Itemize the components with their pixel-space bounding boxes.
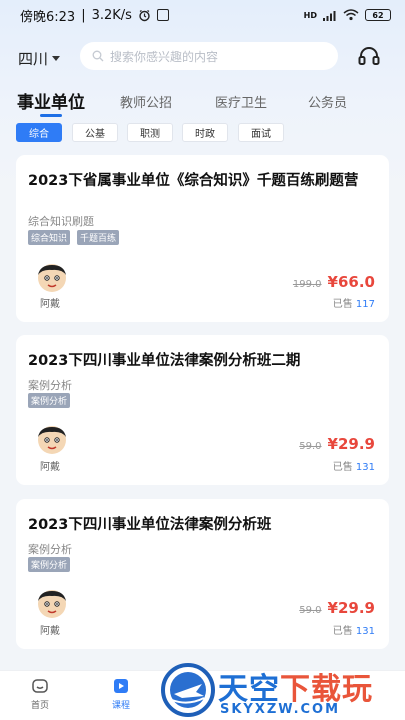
chip-subject-4[interactable]: 面试: [238, 123, 284, 142]
teacher-name: 阿戴: [40, 299, 60, 310]
course-subtitle: 案例分析: [28, 543, 72, 556]
search-icon: [92, 50, 104, 62]
course-tags: 案例分析: [28, 393, 71, 408]
price-group: 59.0 ¥29.9: [299, 435, 375, 453]
battery-level: 62: [372, 10, 384, 20]
price-group: 59.0 ¥29.9: [299, 599, 375, 617]
chip-subject-2[interactable]: 职测: [127, 123, 173, 142]
region-selector[interactable]: 四川: [18, 48, 61, 69]
region-label: 四川: [18, 50, 49, 68]
headset-icon[interactable]: [358, 46, 380, 66]
course-title: 2023下省属事业单位《综合知识》千题百练刷题营: [28, 173, 359, 189]
tab-home-label: 首页: [30, 701, 49, 711]
sold-count: 131: [355, 626, 375, 637]
chip-subject-3[interactable]: 时政: [182, 123, 228, 142]
tab-category-0[interactable]: 事业单位: [17, 88, 85, 113]
watermark-domain: SKYXZW.COM: [220, 702, 341, 717]
course-tags: 综合知识 千题百练: [28, 230, 120, 245]
status-divider: |: [81, 7, 86, 23]
sold-info: 已售 131: [333, 458, 375, 473]
network-type: HD: [303, 10, 317, 20]
tab-home[interactable]: 首页: [20, 677, 60, 711]
course-tag: 案例分析: [28, 557, 71, 572]
watermark: 天空下载玩 SKYXZW.COM: [160, 660, 405, 720]
search-input[interactable]: 搜索你感兴趣的内容: [80, 42, 338, 70]
tab-category-3[interactable]: 公务员: [308, 92, 347, 111]
search-row: 四川 搜索你感兴趣的内容: [0, 42, 405, 70]
course-subtitle: 案例分析: [28, 379, 72, 392]
teacher-avatar: [38, 590, 66, 618]
active-tab-underline: [40, 114, 62, 117]
tab-course-label: 课程: [111, 701, 130, 711]
original-price: 59.0: [299, 605, 322, 616]
status-time: 傍晚6:23: [20, 9, 76, 25]
original-price: 199.0: [292, 279, 322, 290]
current-price: ¥29.9: [327, 599, 375, 617]
battery-icon: 62: [365, 9, 391, 21]
sold-info: 已售 117: [333, 295, 375, 310]
course-card[interactable]: 2023下四川事业单位法律案例分析班二期 案例分析 案例分析 阿戴 59.0 ¥…: [16, 335, 389, 485]
chip-subject-0[interactable]: 综合: [16, 123, 62, 142]
course-tags: 案例分析: [28, 557, 71, 572]
wifi-icon: [343, 9, 359, 21]
course-title: 2023下四川事业单位法律案例分析班二期: [28, 353, 301, 369]
teacher-name: 阿戴: [40, 462, 60, 473]
sold-count: 117: [355, 299, 375, 310]
watermark-logo-icon: [161, 663, 215, 717]
course-card[interactable]: 2023下四川事业单位法律案例分析班 案例分析 案例分析 阿戴 59.0 ¥29…: [16, 499, 389, 649]
status-bar: 傍晚6:23 | 3.2K/s HD 62: [0, 0, 405, 30]
sold-count: 131: [355, 462, 375, 473]
app-notification-icon: [156, 9, 169, 21]
chip-subject-1[interactable]: 公基: [72, 123, 118, 142]
teacher-name: 阿戴: [40, 626, 60, 637]
home-icon: [32, 679, 48, 693]
tab-category-1[interactable]: 教师公招: [120, 92, 172, 111]
sold-label: 已售: [332, 626, 353, 637]
course-title: 2023下四川事业单位法律案例分析班: [28, 517, 272, 533]
caret-down-icon: [52, 56, 61, 61]
signal-icon: [323, 10, 336, 21]
sold-label: 已售: [332, 462, 353, 473]
course-tag: 千题百练: [77, 230, 120, 245]
course-card[interactable]: 2023下省属事业单位《综合知识》千题百练刷题营 综合知识刷题 综合知识 千题百…: [16, 155, 389, 322]
status-speed: 3.2K/s: [91, 7, 132, 23]
search-placeholder: 搜索你感兴趣的内容: [110, 49, 219, 64]
sold-info: 已售 131: [333, 622, 375, 637]
teacher-avatar: [38, 426, 66, 454]
current-price: ¥66.0: [327, 273, 375, 291]
tab-course[interactable]: 课程: [101, 677, 141, 711]
tab-category-2[interactable]: 医疗卫生: [215, 92, 267, 111]
current-price: ¥29.9: [327, 435, 375, 453]
course-tag: 综合知识: [28, 230, 71, 245]
course-tag: 案例分析: [28, 393, 71, 408]
price-group: 199.0 ¥66.0: [293, 273, 375, 291]
original-price: 59.0: [299, 441, 322, 452]
category-tabs: 事业单位 教师公招 医疗卫生 公务员: [0, 88, 405, 118]
subject-chips: 综合 公基 职测 时政 面试: [0, 123, 405, 143]
sold-label: 已售: [332, 299, 353, 310]
course-subtitle: 综合知识刷题: [28, 215, 94, 228]
play-icon: [114, 679, 128, 693]
alarm-icon: [139, 9, 150, 21]
teacher-avatar: [38, 264, 66, 292]
